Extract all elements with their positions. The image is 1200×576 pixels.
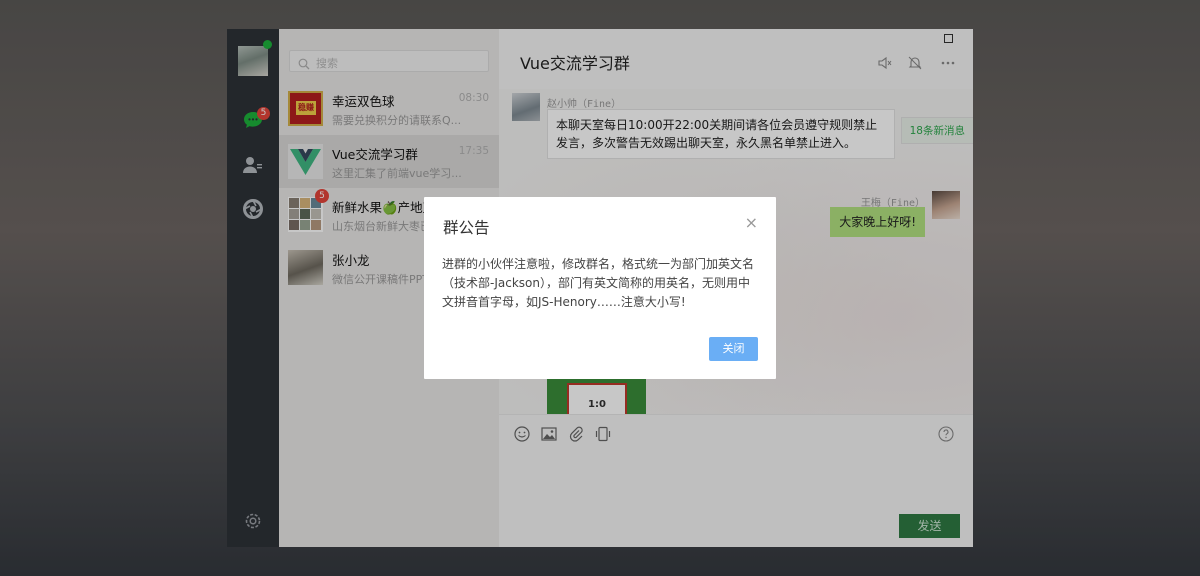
close-button[interactable]: 关闭 [709, 337, 758, 361]
close-icon[interactable]: × [745, 213, 758, 232]
group-announcement-dialog: 群公告 × 进群的小伙伴注意啦，修改群名，格式统一为部门加英文名（技术部-Jac… [424, 197, 776, 379]
announcement-text: 进群的小伙伴注意啦，修改群名，格式统一为部门加英文名（技术部-Jackson），… [442, 257, 755, 309]
dialog-title: 群公告 [443, 219, 490, 237]
